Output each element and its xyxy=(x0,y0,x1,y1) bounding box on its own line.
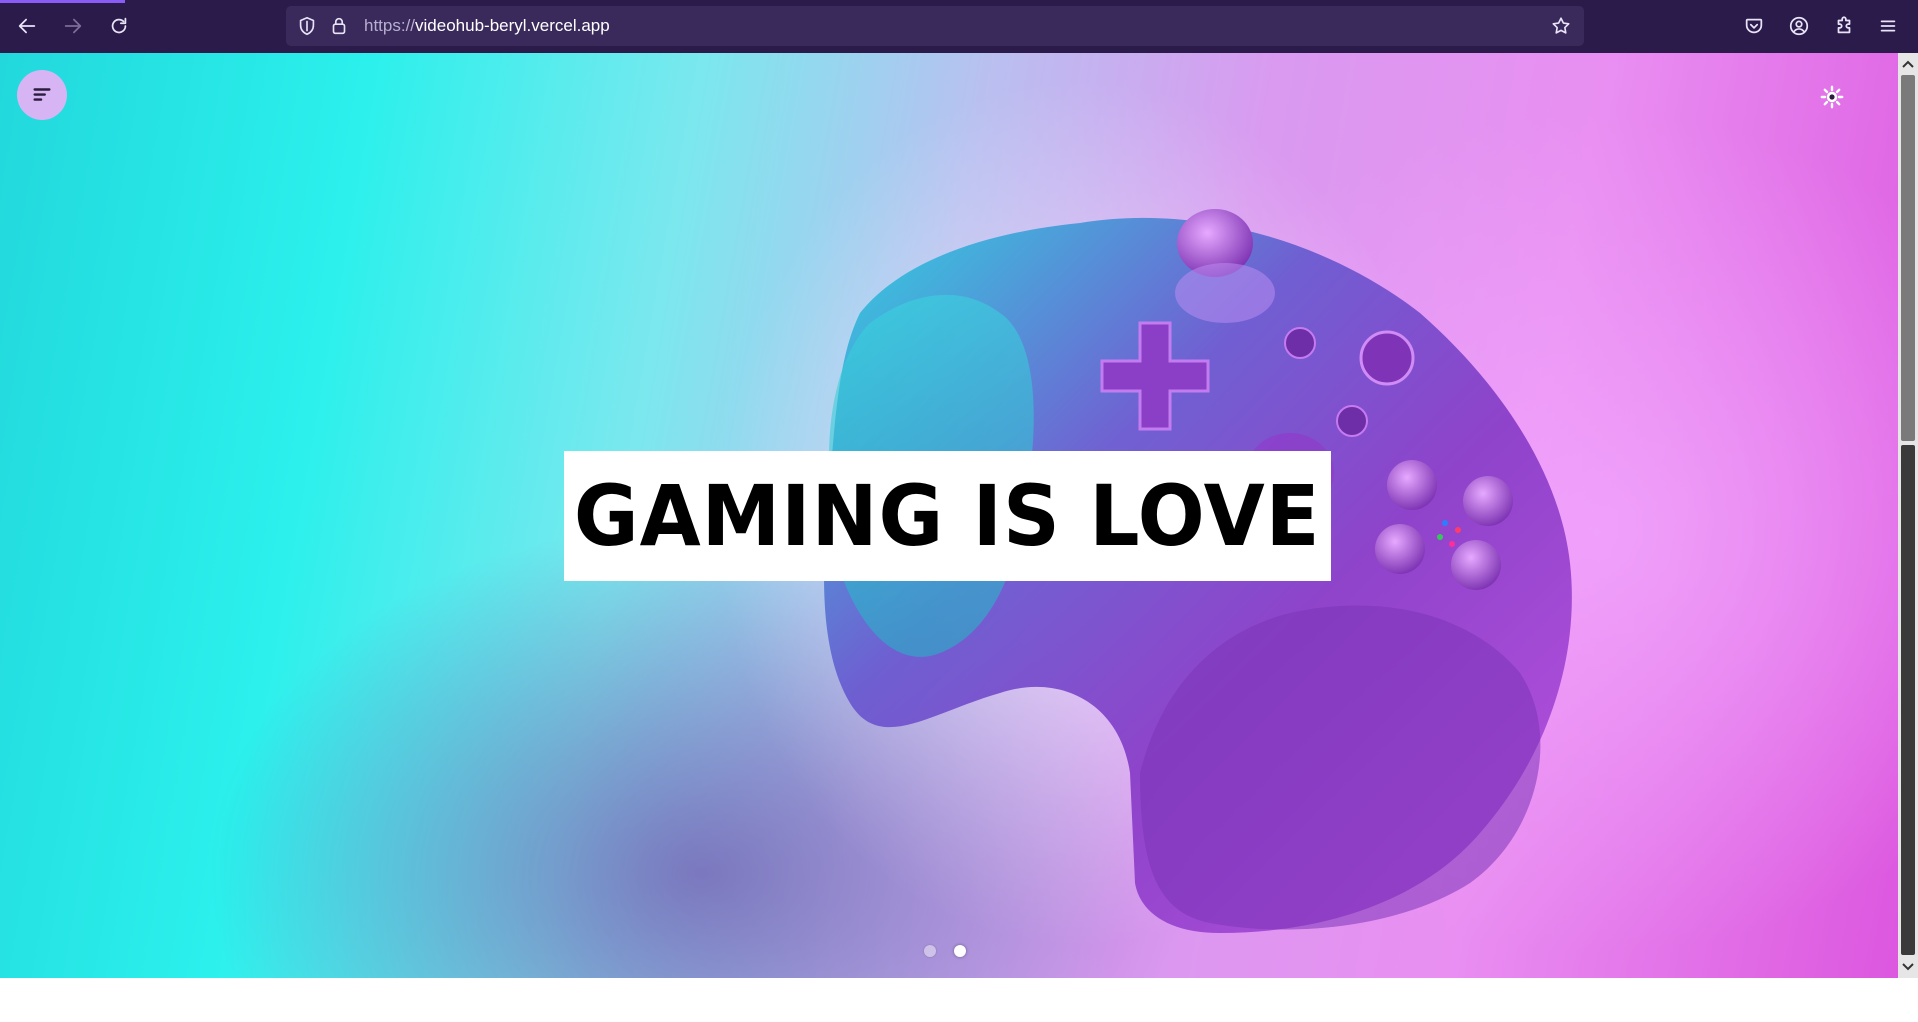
sidebar-menu-button[interactable] xyxy=(17,70,67,120)
scroll-up-arrow[interactable] xyxy=(1898,55,1918,73)
chevron-up-icon xyxy=(1902,60,1914,68)
carousel-dot-2[interactable] xyxy=(954,945,966,957)
chevron-down-icon xyxy=(1902,963,1914,971)
bookmark-star-icon[interactable] xyxy=(1550,15,1572,37)
back-icon xyxy=(18,18,36,34)
browser-toolbar: https://videohub-beryl.vercel.app xyxy=(0,0,1918,53)
reload-button[interactable] xyxy=(103,10,135,42)
forward-icon xyxy=(64,18,82,34)
extensions-button[interactable] xyxy=(1828,10,1860,42)
extensions-icon xyxy=(1837,16,1851,34)
active-tab-indicator xyxy=(0,0,125,3)
carousel-dot-1[interactable] xyxy=(924,945,936,957)
account-button[interactable] xyxy=(1783,10,1815,42)
pocket-icon xyxy=(1745,18,1763,34)
scrollbar-thumb[interactable] xyxy=(1901,75,1915,441)
hero-title: GAMING IS LOVE xyxy=(574,467,1321,565)
url-text[interactable]: https://videohub-beryl.vercel.app xyxy=(364,16,610,36)
url-host: videohub-beryl.vercel.app xyxy=(415,16,610,35)
forward-button[interactable] xyxy=(57,10,89,42)
hero-title-box: GAMING IS LOVE xyxy=(564,451,1331,581)
hero-section: GAMING IS LOVE xyxy=(0,53,1898,978)
address-bar[interactable]: https://videohub-beryl.vercel.app xyxy=(286,6,1584,46)
back-button[interactable] xyxy=(11,10,43,42)
browser-window: https://videohub-beryl.vercel.app GAMING… xyxy=(0,0,1918,1022)
page-bottom-area xyxy=(0,978,1918,1022)
reload-icon xyxy=(111,17,127,34)
menu-icon xyxy=(1880,20,1896,32)
scrollbar-track[interactable] xyxy=(1901,445,1915,955)
app-menu-button[interactable] xyxy=(1872,10,1904,42)
scroll-down-arrow[interactable] xyxy=(1898,958,1918,976)
sort-menu-icon xyxy=(33,88,51,101)
sun-icon xyxy=(1820,85,1844,109)
shield-icon[interactable] xyxy=(296,15,318,37)
carousel-indicators xyxy=(924,944,966,958)
account-icon xyxy=(1789,16,1809,36)
theme-toggle-button[interactable] xyxy=(1818,83,1846,111)
url-scheme: https:// xyxy=(364,16,416,35)
pocket-button[interactable] xyxy=(1738,10,1770,42)
vertical-scrollbar[interactable] xyxy=(1898,53,1918,978)
lock-icon[interactable] xyxy=(328,15,350,37)
